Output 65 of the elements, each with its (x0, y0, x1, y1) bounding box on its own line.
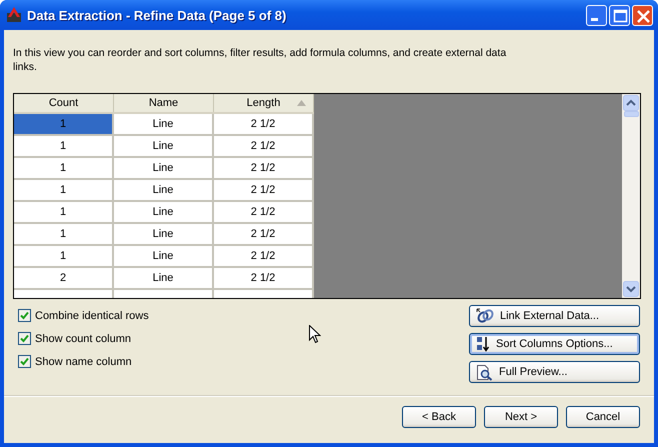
checkbox-label: Combine identical rows (35, 310, 149, 322)
table-cell: 1 (14, 114, 114, 136)
minimize-button[interactable] (586, 4, 607, 26)
table-row[interactable]: 1 Line 2 1/2 (14, 224, 314, 246)
checkbox-label: Show name column (35, 356, 132, 368)
column-header[interactable]: Count (14, 94, 114, 112)
column-header[interactable]: Length (214, 94, 314, 112)
action-button[interactable]: Full Preview... (469, 361, 640, 383)
checkbox-label: Show count column (35, 332, 131, 344)
table-cell: 2 1/2 (214, 224, 314, 246)
table-row[interactable]: 1 Line 2 1/2 (14, 114, 314, 136)
scroll-thumb[interactable] (624, 111, 638, 117)
table-cell: 1 (14, 136, 114, 158)
column-label: Length (246, 97, 280, 109)
checkbox[interactable] (18, 355, 31, 368)
table-cell: Line (114, 268, 214, 290)
table-cell: Line (114, 180, 214, 202)
description-text: In this view you can reorder and sort columns, filter results, add formula columns, and create external data links. (13, 46, 508, 74)
table-row[interactable]: 2 Line 2 1/2 (14, 268, 314, 290)
table-cell: Line (114, 136, 214, 158)
table-cell: 1 (14, 246, 114, 268)
minimize-icon (591, 18, 598, 20)
table-cell: 2 1/2 (214, 246, 314, 268)
table-cell: 1 (14, 158, 114, 180)
table-cell: Line (114, 246, 214, 268)
column-header[interactable]: Name (114, 94, 214, 112)
table-row[interactable]: 1 Line 2 1/2 (14, 202, 314, 224)
magnifier-page-icon (476, 364, 493, 380)
table-cell: 2 1/2 (214, 268, 314, 290)
checkbox[interactable] (18, 309, 31, 322)
table-row[interactable]: 1 Line 2 1/2 (14, 158, 314, 180)
table-row[interactable]: 1 Line 2 1/2 (14, 136, 314, 158)
table-cell: 2 1/2 (214, 180, 314, 202)
window-title: Data Extraction - Refine Data (Page 5 of 8) (27, 8, 288, 22)
table-cell: Line (114, 114, 214, 136)
table-cell: 1 (14, 202, 114, 224)
table-cell: 1 (14, 224, 114, 246)
close-button[interactable] (632, 4, 653, 26)
action-button[interactable]: Link External Data... (469, 305, 640, 327)
checkbox[interactable] (18, 332, 31, 345)
column-label: Name (148, 97, 178, 109)
table-cell: 2 1/2 (214, 202, 314, 224)
table-cell: Line (114, 158, 214, 180)
table-cell: 2 1/2 (214, 114, 314, 136)
vertical-scrollbar[interactable] (622, 94, 640, 298)
dialog-button[interactable]: Next > (484, 406, 558, 428)
table-cell: 2 1/2 (214, 158, 314, 180)
mouse-pointer-icon (309, 325, 321, 344)
dialog-button[interactable]: Cancel (566, 406, 640, 428)
chain-link-icon (476, 308, 494, 324)
table-row[interactable]: 1 Line 2 1/2 (14, 180, 314, 202)
table-cell: 1 (14, 180, 114, 202)
column-label: Count (48, 97, 78, 109)
maximize-button[interactable] (609, 4, 630, 26)
table-row[interactable]: 1 Line 2 1/2 (14, 246, 314, 268)
table-cell: Line (114, 224, 214, 246)
table-cell: Line (114, 202, 214, 224)
action-button[interactable]: Sort Columns Options... (469, 333, 640, 355)
app-icon (6, 7, 22, 23)
table-cell: 2 1/2 (214, 136, 314, 158)
scroll-up-icon[interactable] (623, 95, 639, 111)
table-cell: 2 (14, 268, 114, 290)
sort-icon (476, 336, 490, 352)
dialog-button[interactable]: < Back (402, 406, 476, 428)
scroll-down-icon[interactable] (623, 281, 639, 297)
